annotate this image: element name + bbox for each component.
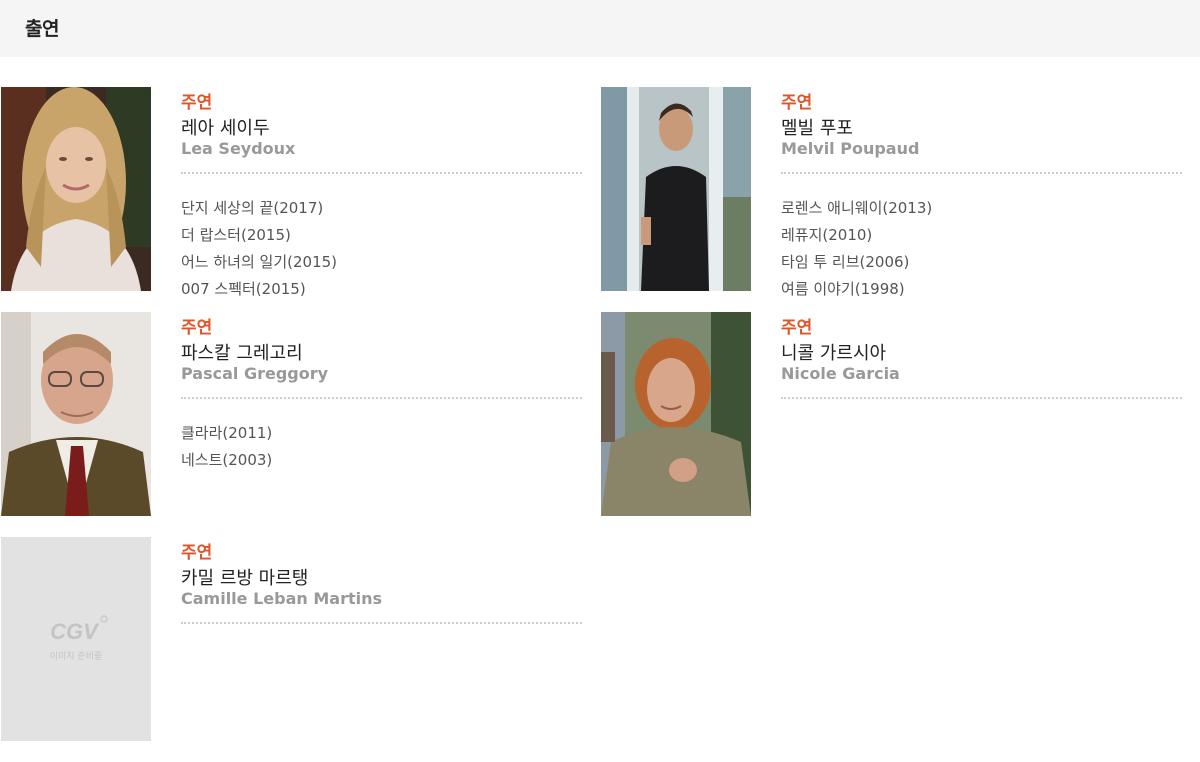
divider [781,397,1182,399]
actor-name-korean[interactable]: 파스칼 그레고리 [181,339,303,365]
filmography-item[interactable]: 어느 하녀의 일기(2015) [181,251,337,278]
film-link[interactable]: 어느 하녀의 일기(2015) [181,253,337,271]
filmography-list: 로렌스 애니웨이(2013) 레퓨지(2010) 타임 투 리브(2006) 여… [781,197,932,305]
actor-name-english: Pascal Greggory [181,364,329,383]
filmography-item[interactable]: 타임 투 리브(2006) [781,251,932,278]
filmography-list: 단지 세상의 끝(2017) 더 랍스터(2015) 어느 하녀의 일기(201… [181,197,337,305]
filmography-item[interactable]: 레퓨지(2010) [781,224,932,251]
film-link[interactable]: 단지 세상의 끝(2017) [181,199,323,217]
cast-card: 주연 파스칼 그레고리 Pascal Greggory 클라라(2011) 네스… [1,312,583,518]
film-link[interactable]: 타임 투 리브(2006) [781,253,909,271]
actor-photo[interactable] [601,87,751,291]
placeholder-caption: 이미지 준비중 [50,651,103,662]
filmography-item[interactable]: 단지 세상의 끝(2017) [181,197,337,224]
divider [181,397,582,399]
filmography-item[interactable]: 클라라(2011) [181,422,272,449]
divider [781,172,1182,174]
actor-photo[interactable] [1,87,151,291]
cast-card: 주연 레아 세이두 Lea Seydoux 단지 세상의 끝(2017) 더 랍… [1,87,583,298]
film-link[interactable]: 레퓨지(2010) [781,226,872,244]
divider [181,172,582,174]
filmography-item[interactable]: 더 랍스터(2015) [181,224,337,251]
actor-name-english: Nicole Garcia [781,364,900,383]
role-label: 주연 [781,93,813,113]
filmography-list: 클라라(2011) 네스트(2003) [181,422,272,476]
actor-name-english: Melvil Poupaud [781,139,920,158]
actor-name-korean[interactable]: 레아 세이두 [181,114,270,140]
divider [181,622,582,624]
film-link[interactable]: 로렌스 애니웨이(2013) [781,199,932,217]
role-label: 주연 [181,318,213,338]
actor-photo[interactable] [1,312,151,516]
role-label: 주연 [181,543,213,563]
filmography-item[interactable]: 로렌스 애니웨이(2013) [781,197,932,224]
actor-name-korean[interactable]: 카밀 르방 마르탱 [181,564,308,590]
film-link[interactable]: 여름 이야기(1998) [781,280,905,298]
filmography-item[interactable]: 네스트(2003) [181,449,272,476]
actor-name-korean[interactable]: 니콜 가르시아 [781,339,886,365]
film-link[interactable]: 네스트(2003) [181,451,272,469]
actor-name-korean[interactable]: 멜빌 푸포 [781,114,853,140]
filmography-item[interactable]: 007 스펙터(2015) [181,278,337,305]
cast-card: 주연 멜빌 푸포 Melvil Poupaud 로렌스 애니웨이(2013) 레… [601,87,1183,298]
section-title: 출연 [25,18,59,40]
cast-card: 주연 니콜 가르시아 Nicole Garcia [601,312,1183,518]
cast-card: CGV 이미지 준비중 주연 카밀 르방 마르탱 Camille Leban M… [1,537,583,743]
film-link[interactable]: 007 스펙터(2015) [181,280,306,298]
filmography-item[interactable]: 여름 이야기(1998) [781,278,932,305]
actor-photo[interactable] [601,312,751,516]
film-link[interactable]: 클라라(2011) [181,424,272,442]
actor-name-english: Lea Seydoux [181,139,296,158]
actor-name-english: Camille Leban Martins [181,589,382,608]
film-link[interactable]: 더 랍스터(2015) [181,226,291,244]
role-label: 주연 [181,93,213,113]
actor-photo-placeholder[interactable]: CGV 이미지 준비중 [1,537,151,741]
cast-section-header: 출연 [0,0,1200,57]
role-label: 주연 [781,318,813,338]
cgv-logo-text: CGV [50,619,100,644]
